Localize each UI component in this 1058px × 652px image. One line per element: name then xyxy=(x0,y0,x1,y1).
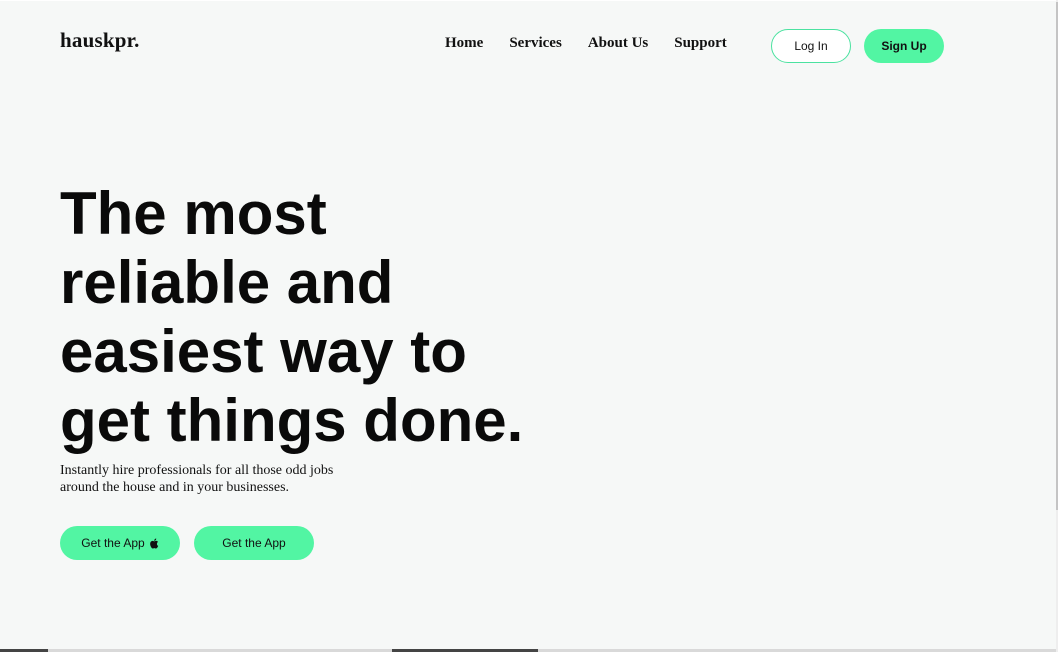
get-app-ios-button[interactable]: Get the App xyxy=(60,526,180,560)
signup-button[interactable]: Sign Up xyxy=(864,29,944,63)
hero-title-line: easiest way to xyxy=(60,318,467,385)
nav-item-home[interactable]: Home xyxy=(445,35,483,52)
get-app-ios-label: Get the App xyxy=(81,536,145,550)
hero-title: The most reliable and easiest way to get… xyxy=(60,179,580,455)
hero-subtitle-line: Instantly hire professionals for all tho… xyxy=(60,463,334,478)
hero-title-line: reliable and xyxy=(60,249,394,316)
page-viewport: hauskpr. Home Services About Us Support … xyxy=(0,1,1056,649)
hero-subtitle: Instantly hire professionals for all tho… xyxy=(60,462,360,496)
hero-subtitle-line: around the house and in your businesses. xyxy=(60,480,290,495)
apple-icon xyxy=(149,537,158,548)
nav-item-services[interactable]: Services xyxy=(509,35,561,52)
brand-logo[interactable]: hauskpr. xyxy=(60,28,140,53)
login-button[interactable]: Log In xyxy=(771,29,851,63)
get-app-android-button[interactable]: Get the App xyxy=(194,526,314,560)
nav-item-support[interactable]: Support xyxy=(674,35,727,52)
get-app-android-label: Get the App xyxy=(222,536,286,550)
hero-title-line: The most xyxy=(60,180,327,247)
main-nav: Home Services About Us Support xyxy=(445,35,727,52)
nav-item-about-us[interactable]: About Us xyxy=(588,35,648,52)
hero-title-line: get things done. xyxy=(60,387,524,454)
